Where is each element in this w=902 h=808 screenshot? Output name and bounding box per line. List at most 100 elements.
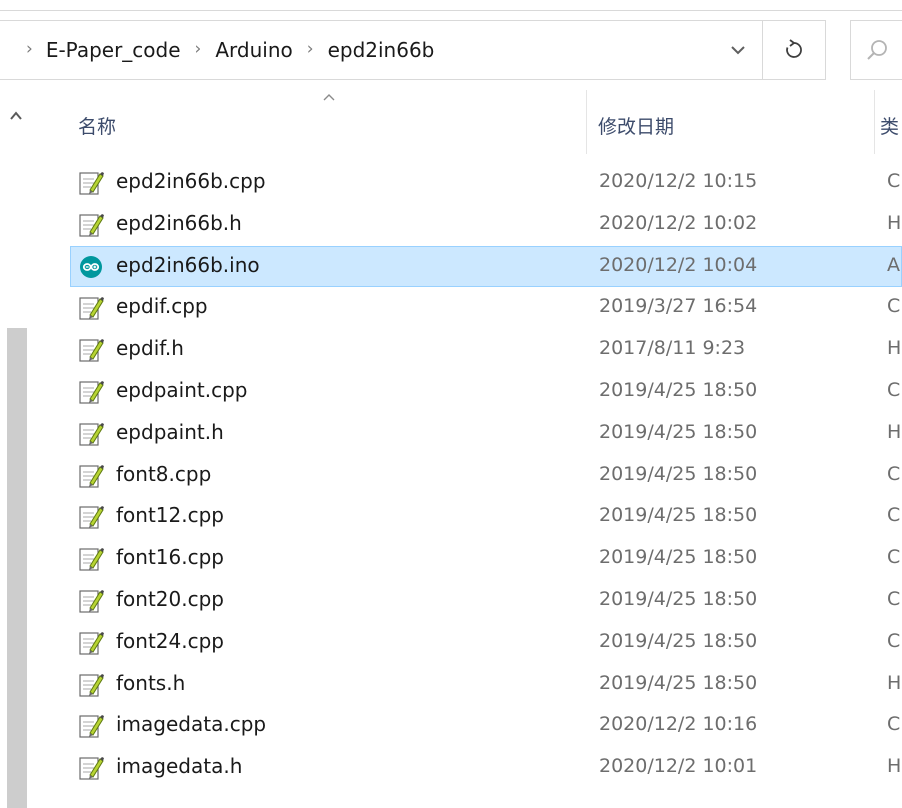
text-file-icon [78, 504, 104, 530]
breadcrumb-separator-icon[interactable]: › [307, 39, 314, 59]
text-file-icon [78, 463, 104, 489]
file-name: epdpaint.cpp [116, 377, 248, 402]
navigation-pane-scrollbar[interactable] [0, 90, 34, 808]
file-type: C [887, 462, 901, 485]
file-name: font12.cpp [116, 503, 224, 528]
text-file-icon [78, 755, 104, 781]
file-date-modified: 2020/12/2 10:15 [599, 170, 758, 192]
text-file-icon [78, 588, 104, 614]
file-date-modified: 2017/8/11 9:23 [599, 337, 746, 360]
text-file-icon [78, 672, 104, 698]
file-type: C [887, 546, 901, 569]
file-date-modified: 2020/12/2 10:16 [599, 713, 758, 736]
search-icon [867, 40, 887, 60]
file-row[interactable]: epdpaint.cpp 2019/4/25 18:50 C [70, 371, 902, 413]
text-file-icon [78, 337, 104, 363]
file-type: C [887, 504, 901, 527]
column-divider[interactable] [874, 90, 875, 154]
file-row[interactable]: font12.cpp 2019/4/25 18:50 C [70, 496, 902, 538]
file-row[interactable]: imagedata.cpp 2020/12/2 10:16 C [70, 705, 902, 747]
scrollbar-thumb[interactable] [7, 328, 27, 808]
file-type: C [887, 295, 901, 318]
file-type: H [887, 211, 902, 234]
file-name: font8.cpp [116, 461, 212, 486]
file-row[interactable]: epdpaint.h 2019/4/25 18:50 H [70, 413, 902, 455]
breadcrumb-item-e-paper-code[interactable]: E-Paper_code [46, 38, 181, 62]
file-type: C [887, 170, 901, 192]
file-type: H [887, 420, 902, 443]
file-name: epd2in66b.cpp [116, 169, 266, 193]
file-date-modified: 2020/12/2 10:04 [599, 253, 758, 276]
text-file-icon [78, 212, 104, 238]
breadcrumb-separator-icon[interactable]: › [195, 39, 202, 59]
file-type: A [887, 253, 900, 276]
file-name: font24.cpp [116, 628, 224, 653]
column-divider[interactable] [586, 90, 587, 154]
file-row[interactable]: font8.cpp 2019/4/25 18:50 C [70, 455, 902, 497]
column-header-type[interactable]: 类 [880, 112, 902, 139]
file-row[interactable]: epdif.h 2017/8/11 9:23 H [70, 329, 902, 371]
file-type: H [887, 671, 902, 694]
text-file-icon [78, 421, 104, 447]
text-file-icon [78, 546, 104, 572]
file-row[interactable]: epd2in66b.cpp 2020/12/2 10:15 C [70, 162, 902, 204]
file-date-modified: 2019/3/27 16:54 [599, 295, 758, 318]
chevron-down-icon [731, 46, 745, 55]
file-row[interactable]: epd2in66b.h 2020/12/2 10:02 H [70, 204, 902, 246]
file-type: C [887, 587, 901, 610]
breadcrumb-separator-icon[interactable]: › [26, 39, 33, 59]
text-file-icon [78, 379, 104, 405]
file-name: epdif.h [116, 336, 184, 361]
file-date-modified: 2020/12/2 10:02 [599, 211, 758, 234]
file-name: font16.cpp [116, 545, 224, 570]
file-date-modified: 2020/12/2 10:01 [599, 755, 758, 778]
file-type: C [887, 629, 901, 652]
file-date-modified: 2019/4/25 18:50 [599, 504, 758, 527]
column-header-name[interactable]: 名称 [78, 112, 116, 139]
file-date-modified: 2019/4/25 18:50 [599, 671, 758, 694]
breadcrumb-item-arduino[interactable]: Arduino [215, 38, 292, 62]
file-date-modified: 2019/4/25 18:50 [599, 546, 758, 569]
file-type: C [887, 378, 901, 401]
file-row[interactable]: font20.cpp 2019/4/25 18:50 C [70, 580, 902, 622]
breadcrumb: › E-Paper_code › Arduino › epd2in66b [26, 21, 434, 79]
file-name: imagedata.cpp [116, 712, 267, 737]
file-type: H [887, 337, 902, 360]
column-header-row: 名称 修改日期 类 [34, 90, 902, 160]
file-name: epdif.cpp [116, 294, 208, 319]
file-list: epd2in66b.cpp 2020/12/2 10:15 Cepd2in66b.h… [70, 162, 902, 789]
file-name: epd2in66b.ino [116, 252, 260, 277]
file-row[interactable]: fonts.h 2019/4/25 18:50 H [70, 664, 902, 706]
text-file-icon [78, 713, 104, 739]
chevron-up-icon [10, 111, 22, 120]
text-file-icon [78, 170, 104, 196]
file-row[interactable]: font24.cpp 2019/4/25 18:50 C [70, 622, 902, 664]
file-type: H [887, 755, 902, 778]
file-date-modified: 2019/4/25 18:50 [599, 462, 758, 485]
refresh-icon [785, 39, 802, 58]
file-row[interactable]: epdif.cpp 2019/3/27 16:54 C [70, 287, 902, 329]
search-input[interactable] [850, 20, 902, 80]
file-name: font20.cpp [116, 586, 224, 611]
address-history-dropdown[interactable] [718, 21, 758, 79]
breadcrumb-item-epd2in66b[interactable]: epd2in66b [328, 38, 435, 62]
file-explorer-window: › E-Paper_code › Arduino › epd2in66b 名称 … [0, 0, 902, 808]
file-date-modified: 2019/4/25 18:50 [599, 420, 758, 443]
file-date-modified: 2019/4/25 18:50 [599, 629, 758, 652]
toolbar-divider [0, 10, 902, 11]
file-row[interactable]: font16.cpp 2019/4/25 18:50 C [70, 538, 902, 580]
refresh-button[interactable] [762, 21, 824, 79]
file-name: fonts.h [116, 670, 186, 695]
file-type: C [887, 713, 901, 736]
column-header-date-modified[interactable]: 修改日期 [598, 112, 674, 139]
sort-ascending-icon [323, 94, 335, 101]
arduino-icon [78, 254, 104, 280]
file-row[interactable]: epd2in66b.ino 2020/12/2 10:04 A [70, 245, 902, 288]
address-bar[interactable]: › E-Paper_code › Arduino › epd2in66b [0, 20, 826, 80]
scroll-up-button[interactable] [6, 106, 26, 126]
file-name: imagedata.h [116, 754, 243, 779]
file-row[interactable]: imagedata.h 2020/12/2 10:01 H [70, 747, 902, 789]
text-file-icon [78, 630, 104, 656]
file-name: epd2in66b.h [116, 210, 242, 235]
file-date-modified: 2019/4/25 18:50 [599, 587, 758, 610]
